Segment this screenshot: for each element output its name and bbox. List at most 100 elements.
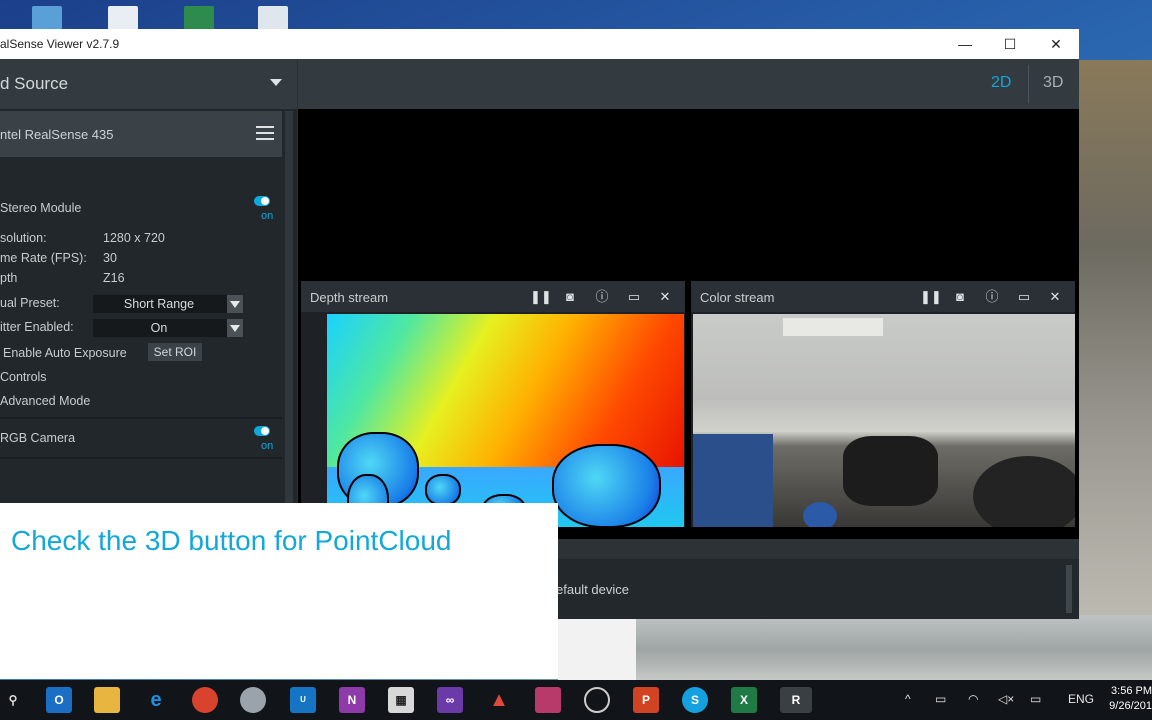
desktop-icon-doc[interactable] bbox=[108, 6, 138, 30]
depth-object bbox=[552, 444, 661, 527]
desktop-icon-excel[interactable] bbox=[184, 6, 214, 30]
clock-date: 9/26/201 bbox=[1109, 700, 1152, 712]
depth-stream-title: Depth stream bbox=[310, 290, 389, 305]
stereo-module-label[interactable]: Stereo Module bbox=[0, 201, 81, 215]
black-bowl bbox=[973, 456, 1075, 527]
rgb-toggle-state: on bbox=[261, 440, 274, 452]
edge-icon[interactable]: e bbox=[143, 687, 169, 713]
resolution-value[interactable]: 1280 x 720 bbox=[103, 231, 165, 245]
stream-viewport: Depth stream ❚❚ ◙ ⓘ ▭ ✕ Color stream ❚❚ … bbox=[298, 109, 1079, 539]
chevron-down-icon[interactable] bbox=[270, 79, 282, 86]
depth-format-value[interactable]: Z16 bbox=[103, 271, 125, 285]
device-name: ntel RealSense 435 bbox=[0, 127, 114, 142]
file-explorer-icon[interactable] bbox=[94, 687, 120, 713]
blue-ball bbox=[803, 502, 837, 527]
advanced-mode-section[interactable]: Advanced Mode bbox=[0, 394, 90, 408]
info-icon[interactable]: ⓘ bbox=[594, 289, 610, 305]
color-stream-header: Color stream ❚❚ ◙ ⓘ ▭ ✕ bbox=[691, 281, 1075, 312]
wifi-icon[interactable]: ◠ bbox=[968, 692, 978, 706]
hamburger-menu-icon[interactable] bbox=[256, 126, 274, 140]
obs-icon[interactable] bbox=[584, 687, 610, 713]
outlook-icon[interactable]: O bbox=[46, 687, 72, 713]
triangle-app-icon[interactable]: ▲ bbox=[486, 687, 512, 713]
device-header: ntel RealSense 435 bbox=[0, 111, 282, 157]
volume-icon[interactable]: ◁× bbox=[998, 692, 1014, 706]
keyboard-icon[interactable]: ▭ bbox=[1030, 692, 1041, 706]
chevron-up-icon[interactable]: ^ bbox=[905, 692, 911, 706]
close-icon[interactable]: ✕ bbox=[1047, 289, 1063, 305]
section-divider bbox=[0, 417, 282, 419]
stereo-module-toggle[interactable] bbox=[254, 196, 270, 206]
close-button[interactable]: ✕ bbox=[1042, 33, 1070, 55]
emitter-enabled-value: On bbox=[150, 321, 168, 335]
realsense-viewer-taskbar-icon[interactable]: R bbox=[780, 687, 812, 713]
view-mode-bar: 2D 3D bbox=[298, 59, 1079, 109]
close-icon[interactable]: ✕ bbox=[657, 289, 673, 305]
visual-preset-select[interactable]: Short Range bbox=[93, 295, 243, 313]
camera-icon[interactable]: ◙ bbox=[952, 289, 968, 305]
mode-divider bbox=[1028, 65, 1029, 103]
tutorial-caption-box: Check the 3D button for PointCloud bbox=[0, 503, 558, 679]
auto-exposure-checkbox[interactable]: Enable Auto Exposure bbox=[3, 346, 127, 360]
dropdown-arrow-icon[interactable] bbox=[227, 319, 243, 337]
desktop-icon-window[interactable] bbox=[258, 6, 288, 30]
panel-scrollbar[interactable] bbox=[285, 111, 293, 561]
depth-stream-header: Depth stream ❚❚ ◙ ⓘ ▭ ✕ bbox=[301, 281, 685, 312]
emitter-enabled-select[interactable]: On bbox=[93, 319, 243, 337]
powerpoint-icon[interactable]: P bbox=[633, 687, 659, 713]
rock-wallpaper-bottom bbox=[630, 615, 1152, 685]
maximize-icon[interactable]: ▭ bbox=[626, 289, 642, 305]
visual-preset-label: ual Preset: bbox=[0, 296, 60, 310]
wall-paper-note bbox=[783, 318, 883, 336]
stereo-toggle-state: on bbox=[261, 210, 274, 222]
info-icon[interactable]: ⓘ bbox=[984, 289, 1000, 305]
mode-2d-button[interactable]: 2D bbox=[991, 74, 1011, 92]
search-icon[interactable]: ⚲ bbox=[0, 687, 26, 713]
camera-icon[interactable]: ◙ bbox=[562, 289, 578, 305]
dropdown-arrow-icon[interactable] bbox=[227, 295, 243, 313]
log-message: efault device bbox=[556, 582, 629, 597]
depth-object bbox=[425, 474, 461, 506]
visual-preset-value: Short Range bbox=[123, 297, 195, 311]
black-bag bbox=[843, 436, 938, 506]
taskbar: ⚲ O e U N ▦ ∞ ▲ P S X R ^ ▭ ◠ ◁× ▭ ENG 3… bbox=[0, 680, 1152, 720]
mode-3d-button[interactable]: 3D bbox=[1043, 74, 1063, 92]
frame-rate-label: me Rate (FPS): bbox=[0, 251, 87, 265]
rgb-camera-toggle[interactable] bbox=[254, 426, 270, 436]
clock-time: 3:56 PM bbox=[1111, 685, 1152, 697]
add-source-bar[interactable]: d Source bbox=[0, 59, 297, 109]
pause-icon[interactable]: ❚❚ bbox=[920, 289, 942, 305]
tutorial-caption: Check the 3D button for PointCloud bbox=[11, 525, 452, 556]
photo-app-icon[interactable] bbox=[535, 687, 561, 713]
controls-section[interactable]: Controls bbox=[0, 370, 47, 384]
language-indicator[interactable]: ENG bbox=[1068, 692, 1094, 706]
add-source-label: d Source bbox=[0, 74, 69, 93]
window-titlebar[interactable]: alSense Viewer v2.7.9 — ☐ ✕ bbox=[0, 29, 1079, 59]
window-title: alSense Viewer v2.7.9 bbox=[0, 37, 120, 51]
taskbar-clock[interactable]: 3:56 PM 9/26/201 bbox=[1102, 684, 1152, 714]
skype-icon[interactable]: S bbox=[682, 687, 708, 713]
pause-icon[interactable]: ❚❚ bbox=[530, 289, 552, 305]
calendar-icon[interactable]: ▦ bbox=[388, 687, 414, 713]
onenote-icon[interactable]: N bbox=[339, 687, 365, 713]
desktop-icon-app[interactable] bbox=[32, 6, 62, 30]
depth-stream-panel: Depth stream ❚❚ ◙ ⓘ ▭ ✕ bbox=[301, 281, 685, 527]
rgb-camera-label[interactable]: RGB Camera bbox=[0, 431, 75, 445]
log-scrollbar[interactable] bbox=[1066, 565, 1072, 613]
visual-studio-icon[interactable]: ∞ bbox=[437, 687, 463, 713]
minimize-button[interactable]: — bbox=[951, 33, 979, 55]
section-divider bbox=[0, 457, 282, 459]
maximize-button[interactable]: ☐ bbox=[996, 33, 1024, 55]
resolution-label: solution: bbox=[0, 231, 47, 245]
color-stream-panel: Color stream ❚❚ ◙ ⓘ ▭ ✕ bbox=[691, 281, 1075, 527]
set-roi-button[interactable]: Set ROI bbox=[148, 343, 202, 361]
battery-icon[interactable]: ▭ bbox=[935, 692, 946, 706]
unite-icon[interactable]: U bbox=[290, 687, 316, 713]
frame-rate-value[interactable]: 30 bbox=[103, 251, 117, 265]
app-icon[interactable] bbox=[240, 687, 266, 713]
chrome-icon[interactable] bbox=[192, 687, 218, 713]
intel-nuc-box bbox=[693, 434, 773, 527]
color-image bbox=[693, 314, 1075, 527]
excel-icon[interactable]: X bbox=[731, 687, 757, 713]
maximize-icon[interactable]: ▭ bbox=[1016, 289, 1032, 305]
